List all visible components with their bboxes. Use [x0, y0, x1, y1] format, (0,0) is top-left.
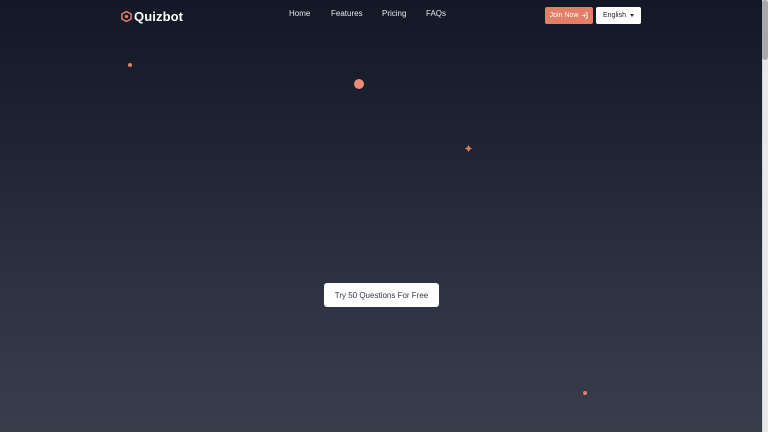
join-now-button[interactable]: Join Now [545, 7, 593, 24]
language-selected-label: English [603, 12, 626, 19]
caret-down-icon [630, 14, 634, 17]
nav-link-pricing[interactable]: Pricing [382, 9, 406, 18]
decorative-dot-large [354, 79, 364, 89]
scrollbar-thumb[interactable] [762, 0, 768, 60]
page-scrollbar[interactable] [762, 0, 768, 432]
nav-link-faqs[interactable]: FAQs [426, 9, 446, 18]
top-navbar: Quizbot Home Features Pricing FAQs Join … [0, 0, 762, 32]
sparkle-icon [464, 144, 473, 153]
join-now-label: Join Now [549, 12, 579, 19]
decorative-dot-bottom [583, 391, 587, 395]
nav-link-home[interactable]: Home [289, 9, 310, 18]
try-free-questions-button[interactable]: Try 50 Questions For Free [324, 283, 439, 307]
language-select[interactable]: English [596, 7, 641, 24]
login-arrow-icon [582, 12, 588, 19]
decorative-dot-small [128, 63, 132, 67]
hexagon-logo-icon [121, 10, 132, 22]
brand-logo[interactable]: Quizbot [121, 6, 183, 26]
brand-name: Quizbot [134, 8, 184, 24]
nav-link-features[interactable]: Features [331, 9, 363, 18]
